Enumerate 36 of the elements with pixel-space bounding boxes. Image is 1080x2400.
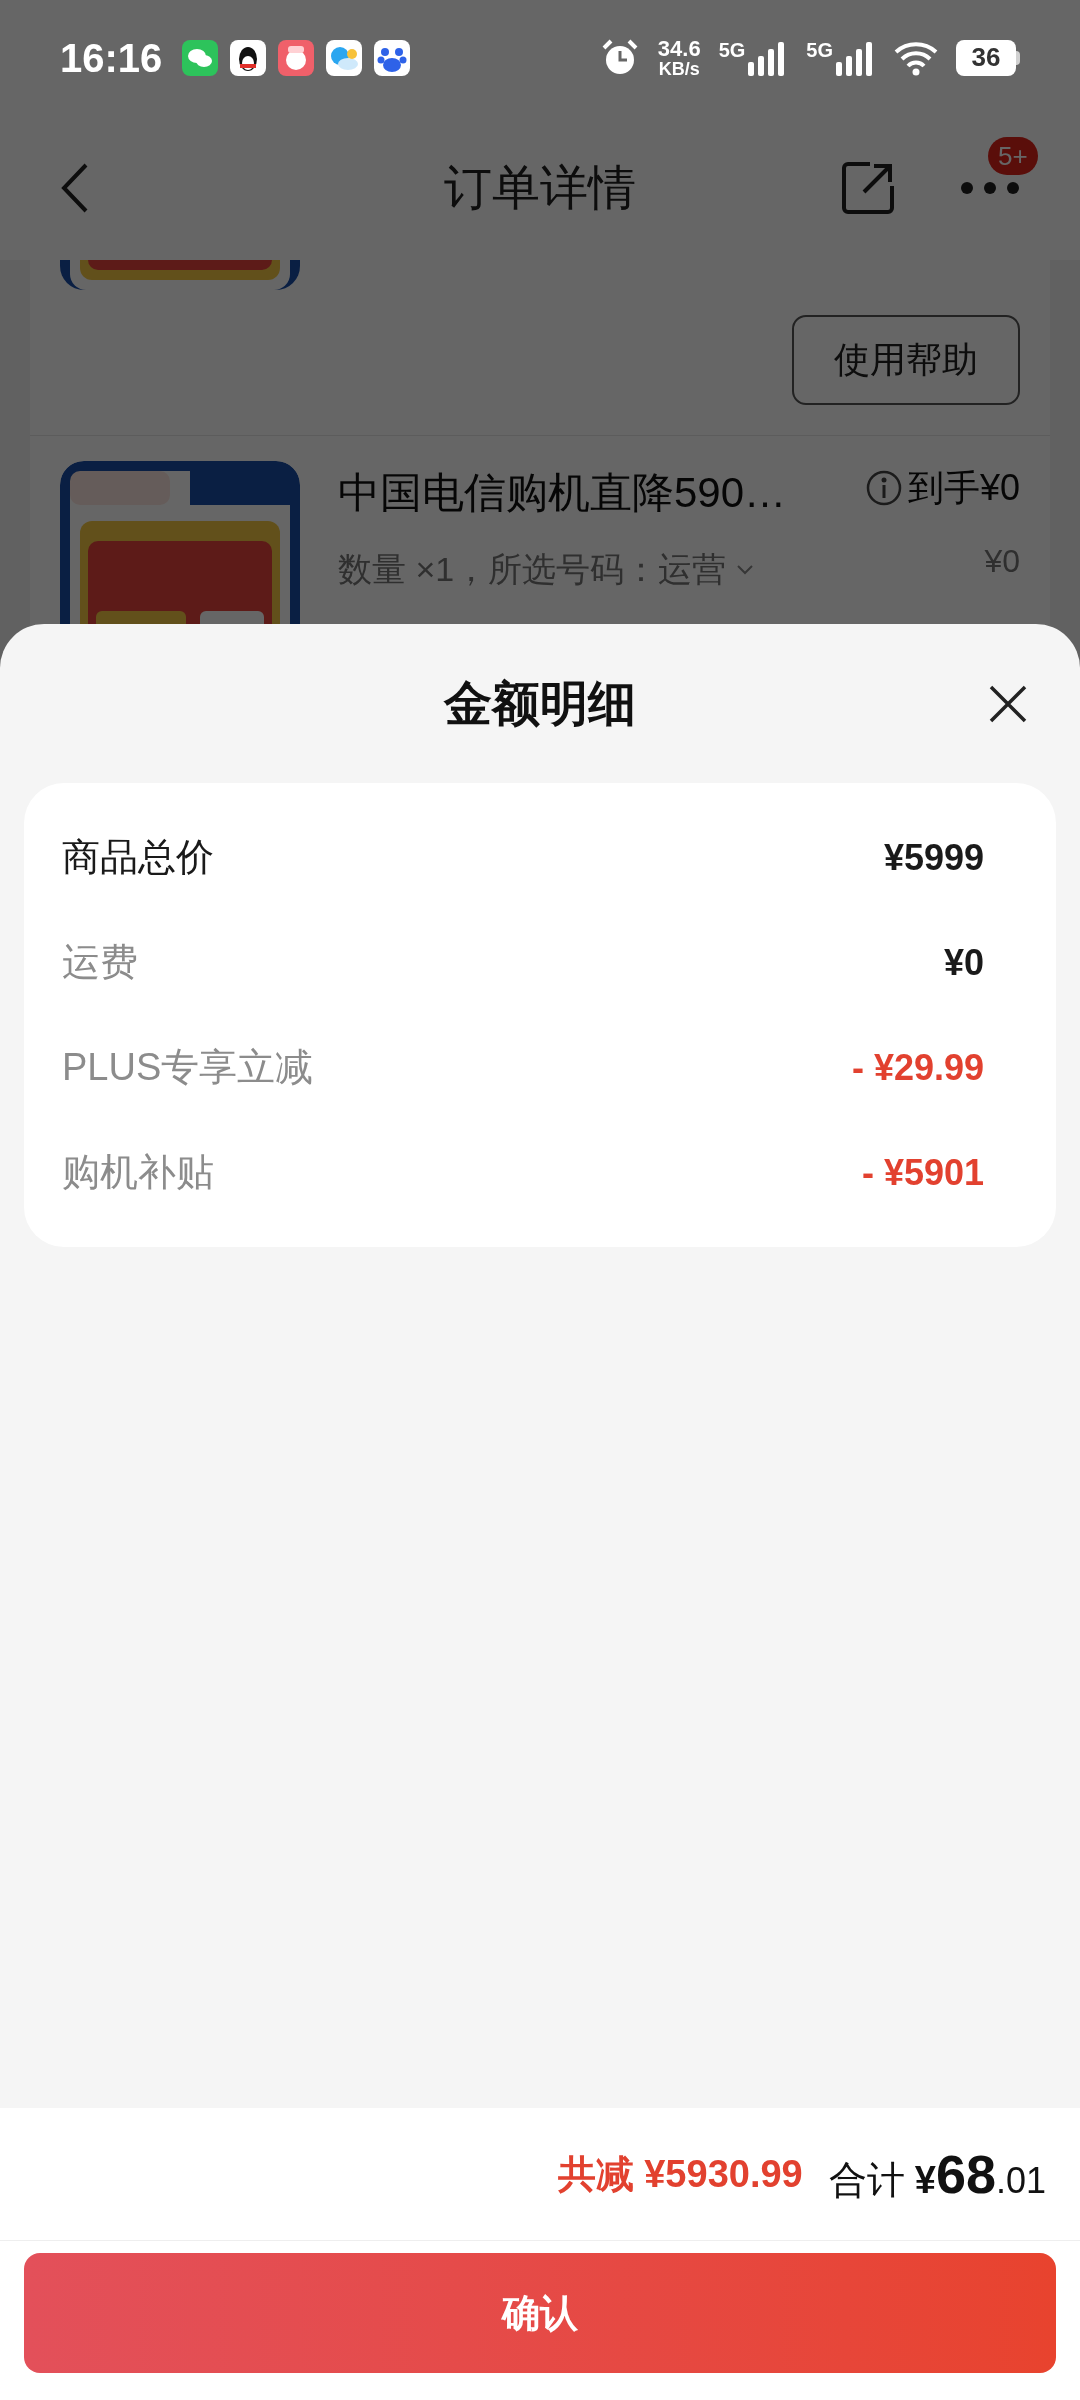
row-value: - ¥5901 (861, 1150, 984, 1195)
row-value: ¥5999 (883, 835, 984, 880)
sheet-title: 金额明细 (444, 675, 636, 732)
discount-total: 共减 ¥5930.99 (557, 2151, 803, 2197)
network-label: 5G (718, 39, 746, 60)
total-label: 合计 (828, 2157, 905, 2203)
clock-time: 16:16 (60, 34, 163, 82)
page-title: 订单详情 (444, 159, 636, 216)
app-icon (374, 39, 411, 76)
more-icon[interactable] (960, 180, 1020, 195)
row-label: 购机补贴 (62, 1150, 214, 1195)
share-icon[interactable] (840, 159, 896, 216)
help-button[interactable]: 使用帮助 (792, 315, 1020, 405)
final-price: 到手¥0 (907, 466, 1020, 510)
back-icon[interactable] (60, 161, 90, 214)
app-icon (278, 39, 315, 76)
network-speed: 34.6 (657, 37, 701, 60)
notification-badge: 5+ (988, 136, 1038, 175)
row-value: - ¥29.99 (851, 1045, 984, 1090)
battery-level: 36 (971, 41, 1001, 74)
info-icon[interactable] (865, 470, 902, 506)
product-title: 中国电信购机直降590… (338, 468, 788, 518)
row-label: PLUS专享立减 (62, 1045, 314, 1090)
speed-unit: KB/s (658, 59, 700, 78)
row-label: 运费 (62, 940, 138, 985)
chevron-down-icon[interactable] (736, 563, 755, 576)
app-icon (326, 39, 363, 76)
wifi-icon (894, 39, 938, 76)
row-value: ¥0 (943, 940, 984, 985)
confirm-button[interactable]: 确认 (24, 2253, 1056, 2373)
app-icon (182, 39, 219, 76)
network-label: 5G (806, 39, 833, 60)
row-label: 商品总价 (62, 835, 214, 880)
app-icon (230, 39, 267, 76)
total-amount: ¥68.01 (914, 2142, 1046, 2206)
close-icon[interactable] (988, 683, 1028, 724)
